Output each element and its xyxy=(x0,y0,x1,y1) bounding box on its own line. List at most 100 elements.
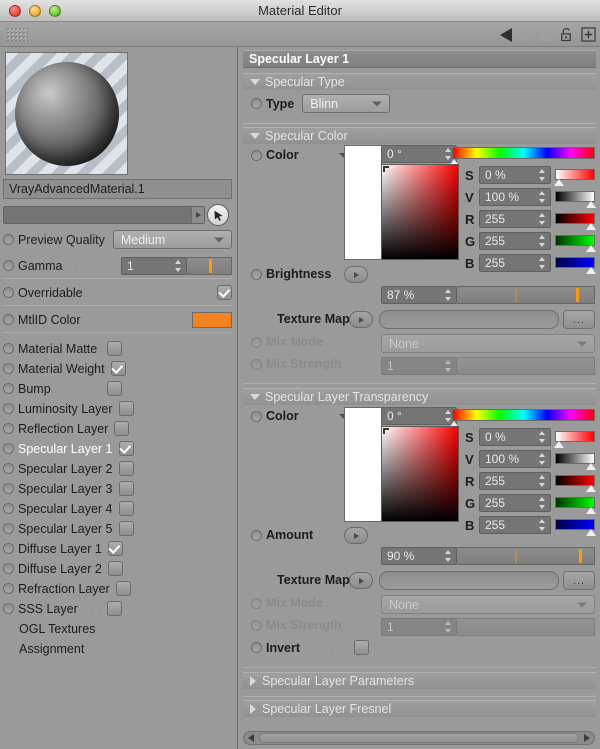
specular-color-row[interactable]: Color . . . . xyxy=(251,148,349,162)
specular-type-header[interactable]: Specular Type xyxy=(243,73,596,90)
specular-saturation-value-field[interactable] xyxy=(381,164,459,260)
preview-quality-select[interactable]: Medium xyxy=(112,230,232,249)
up-arrow-icon[interactable] xyxy=(538,28,552,41)
channel-radio[interactable] xyxy=(3,563,14,574)
specular-g-marker[interactable] xyxy=(586,245,596,252)
overridable-row[interactable]: Overridable . . . xyxy=(3,281,232,304)
amount-slider[interactable] xyxy=(457,547,595,565)
stepper-icon[interactable] xyxy=(539,431,546,443)
channel-checkbox[interactable] xyxy=(118,441,134,456)
channel-radio[interactable] xyxy=(3,583,14,594)
stepper-icon[interactable] xyxy=(539,213,546,225)
transparency-texture-map-play-button[interactable] xyxy=(349,572,373,589)
brightness-slider[interactable] xyxy=(457,286,595,304)
channel-radio[interactable] xyxy=(3,363,14,374)
stepper-icon[interactable] xyxy=(539,475,546,487)
brightness-stepper-icon[interactable] xyxy=(445,289,452,301)
back-arrow-icon[interactable] xyxy=(500,27,512,42)
channel-checkbox[interactable] xyxy=(107,601,122,616)
amount-row[interactable]: Amount . . . . xyxy=(251,528,353,542)
mtlid-color-swatch[interactable] xyxy=(192,311,232,328)
amount-slider-handle[interactable] xyxy=(579,549,582,563)
search-input[interactable] xyxy=(3,206,205,224)
forward-arrow-icon[interactable] xyxy=(519,27,531,42)
channel-checkbox[interactable] xyxy=(110,361,126,376)
plus-icon[interactable] xyxy=(581,27,596,42)
transparency-r-input[interactable]: 255 xyxy=(479,472,551,490)
stepper-icon[interactable] xyxy=(539,191,546,203)
scroll-right-icon[interactable] xyxy=(580,732,594,744)
transparency-s-input[interactable]: 0 % xyxy=(479,428,551,446)
channel-radio[interactable] xyxy=(3,343,14,354)
invert-radio[interactable] xyxy=(251,642,262,653)
channel-radio[interactable] xyxy=(3,463,14,474)
channel-checkbox[interactable] xyxy=(107,541,123,556)
material-preview[interactable] xyxy=(5,52,128,175)
gamma-slider[interactable] xyxy=(187,256,232,275)
specular-color-radio[interactable] xyxy=(251,149,262,161)
channel-checkbox[interactable] xyxy=(118,521,134,536)
specular-color-header[interactable]: Specular Color xyxy=(243,127,596,144)
stepper-icon[interactable] xyxy=(539,497,546,509)
lock-icon[interactable] xyxy=(559,27,574,42)
transparency-color-preview[interactable] xyxy=(344,407,382,522)
specular-type-row[interactable]: Type Blinn xyxy=(251,94,391,113)
channel-checkbox[interactable] xyxy=(118,481,134,496)
invert-checkbox[interactable] xyxy=(354,640,370,655)
specular-hue-slider[interactable] xyxy=(452,147,595,159)
specular-r-marker[interactable] xyxy=(586,223,596,230)
color-texture-map-browse-button[interactable]: ... xyxy=(563,310,595,329)
specular-r-input[interactable]: 255 xyxy=(479,210,551,228)
channel-radio[interactable] xyxy=(3,403,14,414)
channel-checkbox[interactable] xyxy=(118,401,134,416)
specular-s-input[interactable]: 0 % xyxy=(479,166,551,184)
brightness-slider-handle[interactable] xyxy=(576,288,579,302)
overridable-checkbox[interactable] xyxy=(217,285,232,300)
specular-hue-input[interactable]: 0 ° xyxy=(381,145,457,163)
transparency-s-marker[interactable] xyxy=(554,441,564,448)
gamma-stepper-icon[interactable] xyxy=(175,259,182,272)
channel-checkbox[interactable] xyxy=(118,461,134,476)
preview-quality-row[interactable]: Preview Quality Medium xyxy=(3,228,232,251)
channel-radio[interactable] xyxy=(3,523,14,534)
extra-row[interactable]: Assignment xyxy=(3,637,232,660)
color-texture-map-play-button[interactable] xyxy=(349,311,373,328)
mtlid-color-row[interactable]: MtlID Color . . . xyxy=(3,308,232,331)
transparency-r-marker[interactable] xyxy=(586,485,596,492)
transparency-color-radio[interactable] xyxy=(251,410,262,422)
channel-radio[interactable] xyxy=(3,423,14,434)
drag-grip-icon[interactable] xyxy=(6,27,28,42)
stepper-icon[interactable] xyxy=(539,519,546,531)
stepper-icon[interactable] xyxy=(539,453,546,465)
transparency-b-input[interactable]: 255 xyxy=(479,516,551,534)
amount-radio[interactable] xyxy=(251,529,262,541)
channel-checkbox[interactable] xyxy=(107,381,122,396)
specular-color-preview[interactable] xyxy=(344,145,382,260)
specular-layer-parameters-header[interactable]: Specular Layer Parameters xyxy=(243,672,596,689)
specular-v-marker[interactable] xyxy=(586,201,596,208)
gamma-radio[interactable] xyxy=(3,260,14,271)
transparency-v-marker[interactable] xyxy=(586,463,596,470)
transparency-hue-slider[interactable] xyxy=(452,409,595,421)
transparency-saturation-value-field[interactable] xyxy=(381,426,459,522)
specular-layer-fresnel-header[interactable]: Specular Layer Fresnel xyxy=(243,700,596,717)
scrollbar-thumb[interactable] xyxy=(259,733,579,743)
color-texture-map-field[interactable] xyxy=(379,310,559,329)
picker-cursor-button[interactable] xyxy=(207,204,229,226)
channel-radio[interactable] xyxy=(3,443,14,454)
amount-stepper-icon[interactable] xyxy=(445,550,452,562)
specular-b-input[interactable]: 255 xyxy=(479,254,551,272)
overridable-radio[interactable] xyxy=(3,287,14,298)
gamma-input[interactable]: 1 xyxy=(121,256,187,275)
scroll-left-icon[interactable] xyxy=(244,732,258,744)
gamma-slider-handle[interactable] xyxy=(209,258,212,273)
brightness-input[interactable]: 87 % xyxy=(381,286,457,304)
search-dropdown-icon[interactable] xyxy=(191,207,204,223)
channel-checkbox[interactable] xyxy=(107,341,122,356)
transparency-color-row[interactable]: Color . . . . xyxy=(251,409,349,423)
preview-quality-radio[interactable] xyxy=(3,234,14,245)
transparency-b-marker[interactable] xyxy=(586,529,596,536)
channel-radio[interactable] xyxy=(3,603,14,614)
mtlid-color-radio[interactable] xyxy=(3,314,14,325)
channel-checkbox[interactable] xyxy=(118,501,134,516)
